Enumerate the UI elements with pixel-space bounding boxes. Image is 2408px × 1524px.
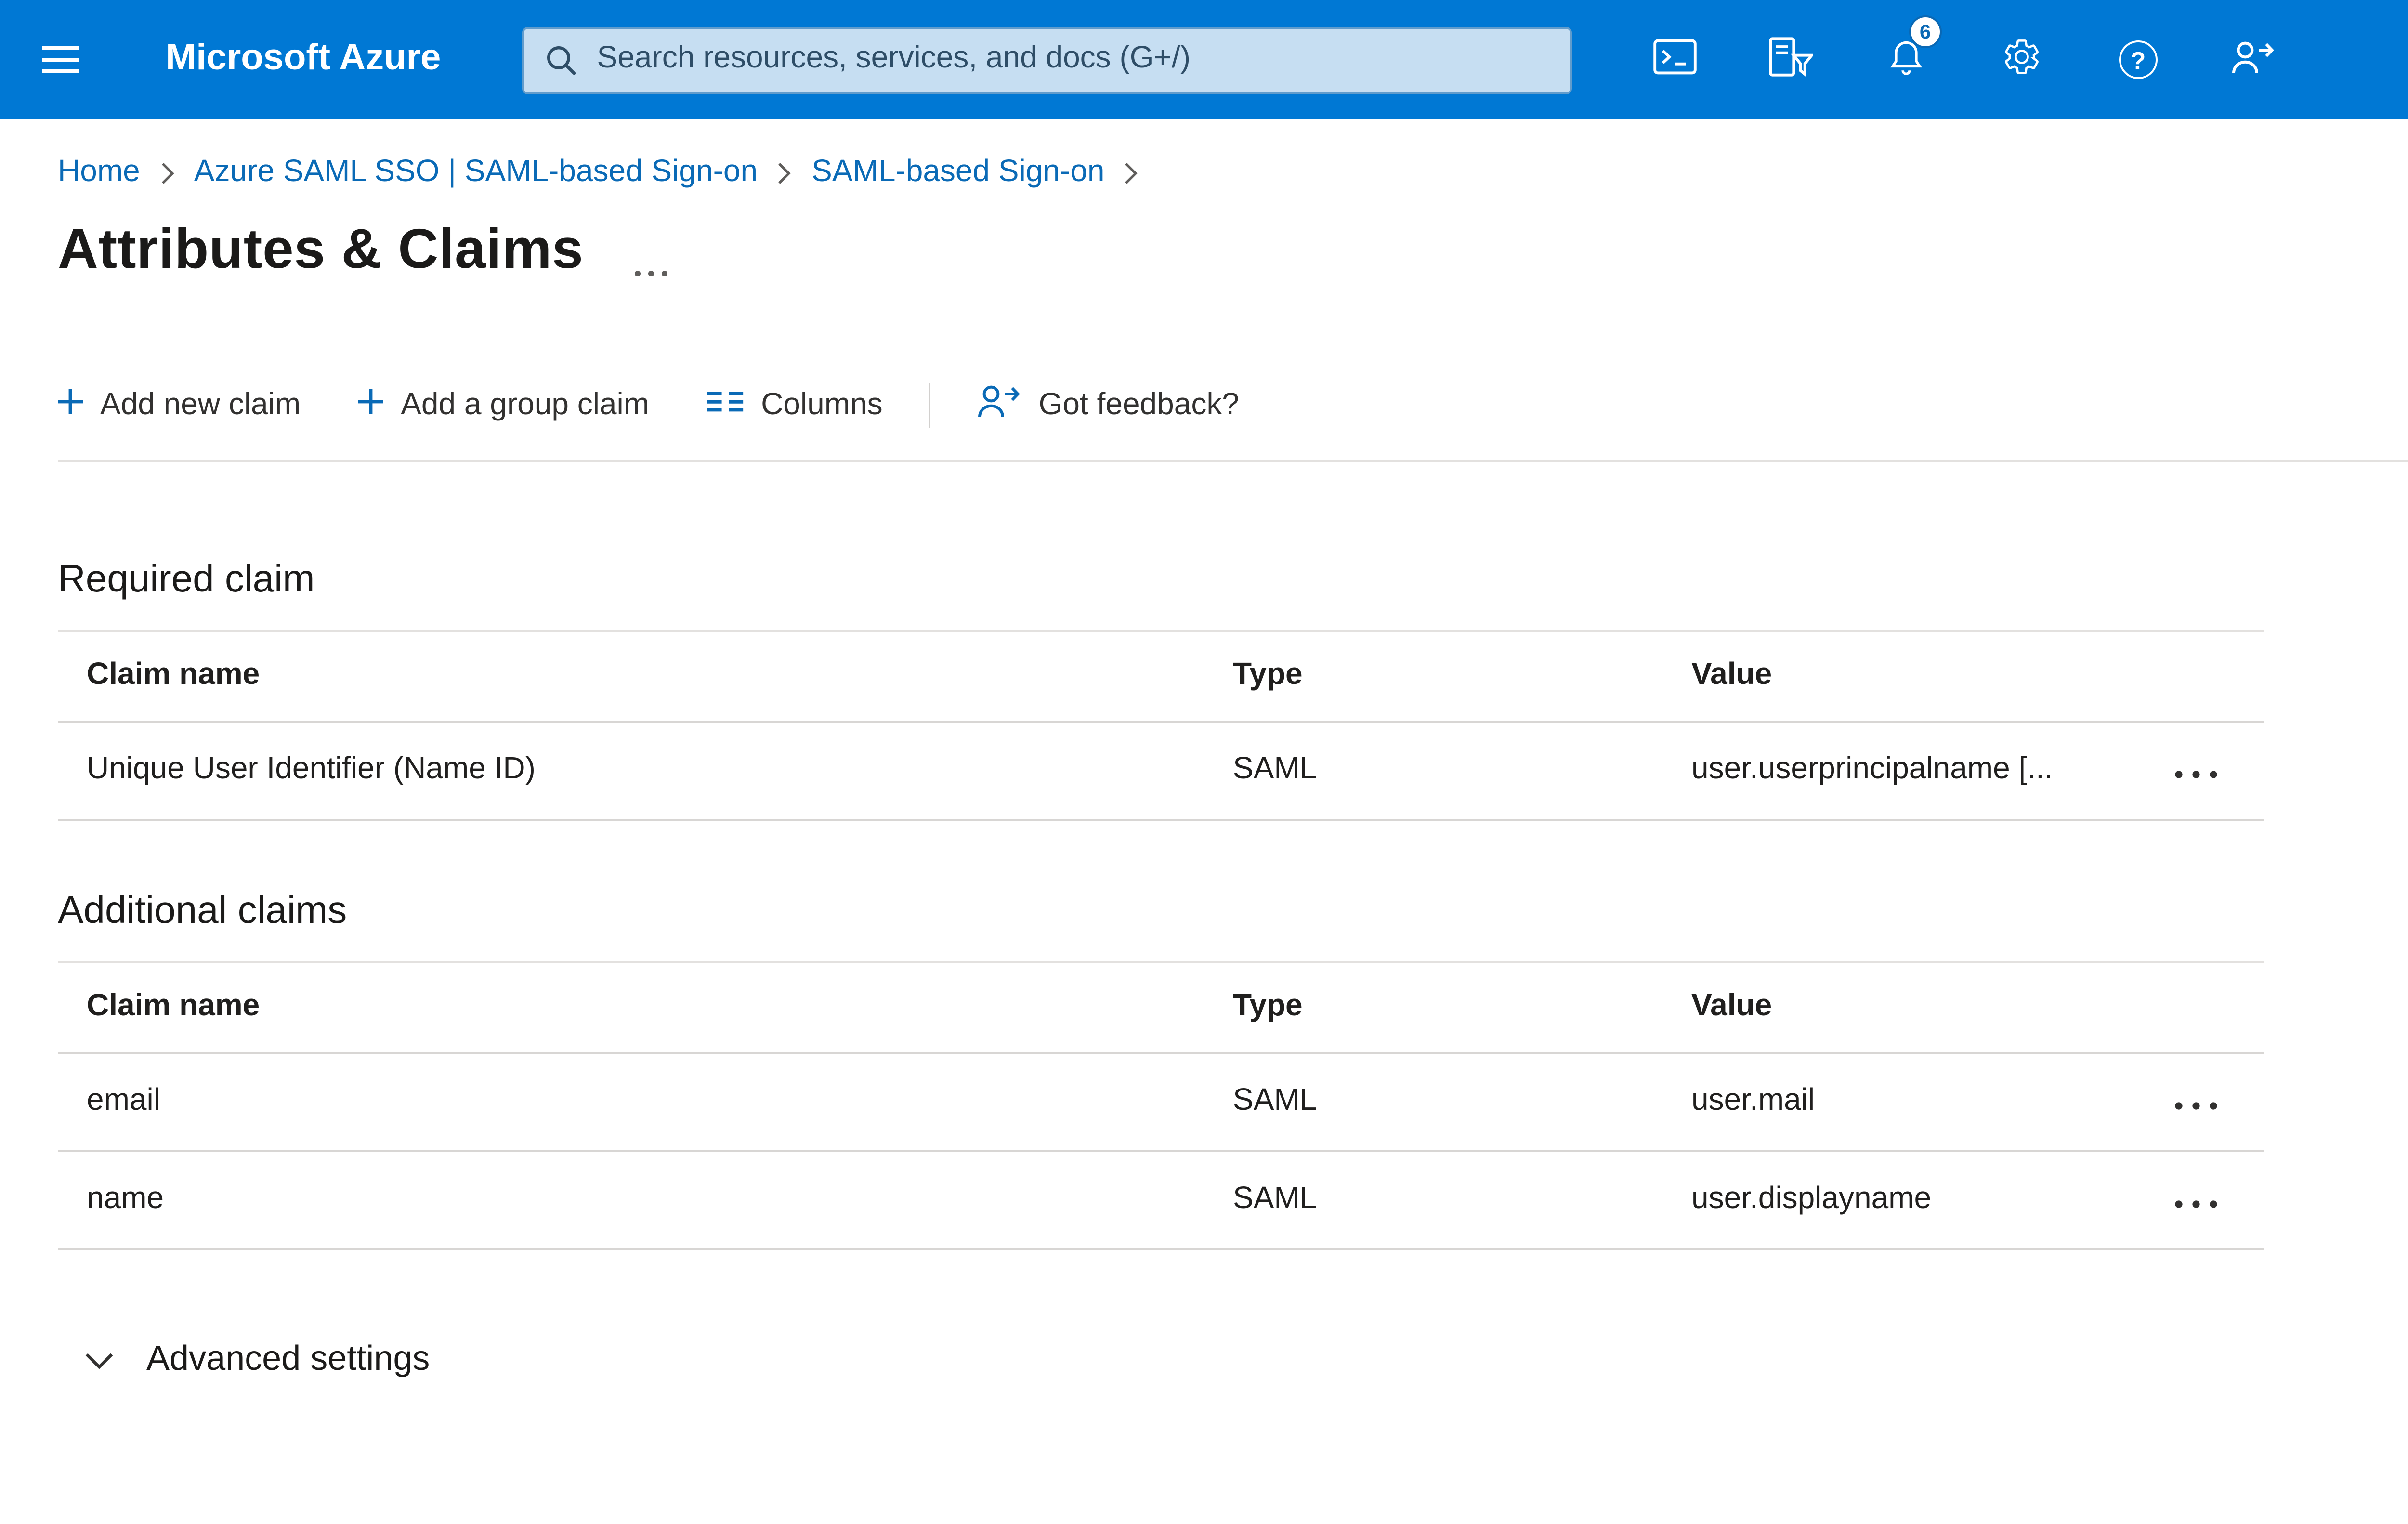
additional-claims-heading: Additional claims bbox=[58, 890, 347, 933]
ellipsis-icon bbox=[2171, 1088, 2221, 1117]
claim-value-cell: user.displayname bbox=[1691, 1183, 1932, 1216]
chevron-right-icon bbox=[159, 162, 175, 185]
claim-name-cell: Unique User Identifier (Name ID) bbox=[87, 753, 536, 786]
hamburger-menu-button[interactable] bbox=[0, 0, 119, 119]
notification-badge: 6 bbox=[1909, 15, 1942, 48]
table-header-row: Claim name Type Value bbox=[58, 961, 2264, 1054]
claim-value-cell: user.userprincipalname [... bbox=[1691, 753, 2053, 786]
add-new-claim-button[interactable]: Add new claim bbox=[58, 388, 301, 423]
row-context-menu-button[interactable] bbox=[2129, 723, 2264, 819]
topbar-actions: 6 ? bbox=[1618, 0, 2312, 119]
command-bar-divider bbox=[58, 460, 2408, 462]
cloud-shell-icon bbox=[1654, 39, 1698, 81]
breadcrumb: Home Azure SAML SSO | SAML-based Sign-on… bbox=[58, 156, 2408, 191]
got-feedback-label: Got feedback? bbox=[1038, 388, 1239, 421]
columns-icon bbox=[707, 388, 744, 423]
claim-type-cell: SAML bbox=[1233, 753, 1317, 786]
claim-name-cell: email bbox=[87, 1085, 160, 1117]
page-header: Attributes & Claims bbox=[58, 220, 2408, 285]
ellipsis-icon bbox=[2171, 1186, 2221, 1215]
column-header-value: Value bbox=[1691, 990, 1772, 1023]
column-header-claim-name: Claim name bbox=[87, 659, 260, 692]
global-search bbox=[522, 26, 1572, 93]
directory-filter-button[interactable] bbox=[1734, 0, 1849, 119]
claim-name-cell: name bbox=[87, 1183, 164, 1216]
advanced-settings-label: Advanced settings bbox=[146, 1339, 430, 1378]
search-input[interactable] bbox=[522, 26, 1572, 93]
required-claim-heading: Required claim bbox=[58, 559, 315, 601]
column-header-type: Type bbox=[1233, 990, 1303, 1023]
column-header-type: Type bbox=[1233, 659, 1303, 692]
add-new-claim-label: Add new claim bbox=[100, 388, 301, 421]
claim-row[interactable]: Unique User Identifier (Name ID) SAML us… bbox=[58, 723, 2264, 821]
command-bar: Add new claim Add a group claim Columns … bbox=[58, 381, 2408, 430]
help-button[interactable]: ? bbox=[2081, 0, 2196, 119]
advanced-settings-toggle[interactable]: Advanced settings bbox=[85, 1339, 430, 1379]
page-title-more-button[interactable] bbox=[634, 254, 668, 283]
additional-claims-table: Claim name Type Value email SAML user.ma… bbox=[58, 961, 2264, 1250]
column-header-value: Value bbox=[1691, 659, 1772, 692]
columns-button[interactable]: Columns bbox=[707, 388, 883, 423]
azure-portal-page: Microsoft Azure 6 bbox=[0, 0, 2408, 1524]
top-bar: Microsoft Azure 6 bbox=[0, 0, 2408, 119]
ellipsis-icon bbox=[2171, 756, 2221, 785]
table-header-row: Claim name Type Value bbox=[58, 630, 2264, 723]
settings-button[interactable] bbox=[1965, 0, 2081, 119]
feedback-icon bbox=[2232, 37, 2276, 83]
add-group-claim-label: Add a group claim bbox=[401, 388, 650, 421]
row-context-menu-button[interactable] bbox=[2129, 1054, 2264, 1150]
claim-type-cell: SAML bbox=[1233, 1183, 1317, 1216]
breadcrumb-link-saml-signon[interactable]: SAML-based Sign-on bbox=[811, 156, 1104, 191]
directory-filter-icon bbox=[1769, 37, 1816, 83]
claim-row[interactable]: email SAML user.mail bbox=[58, 1054, 2264, 1152]
chevron-right-icon bbox=[777, 162, 792, 185]
ellipsis-icon bbox=[634, 254, 668, 283]
breadcrumb-link-saml-sso[interactable]: Azure SAML SSO | SAML-based Sign-on bbox=[194, 156, 758, 191]
claim-type-cell: SAML bbox=[1233, 1085, 1317, 1117]
row-context-menu-button[interactable] bbox=[2129, 1152, 2264, 1248]
page-title: Attributes & Claims bbox=[58, 220, 584, 281]
chevron-down-icon bbox=[85, 1339, 114, 1379]
plus-icon bbox=[358, 388, 384, 423]
toolbar-divider bbox=[929, 383, 931, 428]
cloud-shell-button[interactable] bbox=[1618, 0, 1734, 119]
additional-claims-section: Additional claims Claim name Type Value … bbox=[0, 890, 2408, 1250]
chevron-right-icon bbox=[1124, 162, 1139, 185]
brand-title[interactable]: Microsoft Azure bbox=[166, 39, 441, 81]
feedback-button[interactable] bbox=[2196, 0, 2312, 119]
hamburger-icon bbox=[41, 46, 78, 73]
help-icon: ? bbox=[2119, 40, 2158, 79]
breadcrumb-link-home[interactable]: Home bbox=[58, 156, 140, 191]
column-header-claim-name: Claim name bbox=[87, 990, 260, 1023]
columns-label: Columns bbox=[761, 388, 883, 421]
claim-value-cell: user.mail bbox=[1691, 1085, 1815, 1117]
got-feedback-button[interactable]: Got feedback? bbox=[977, 381, 1239, 430]
help-glyph: ? bbox=[2130, 45, 2146, 74]
required-claim-section: Required claim Claim name Type Value Uni… bbox=[0, 559, 2408, 821]
claim-row[interactable]: name SAML user.displayname bbox=[58, 1152, 2264, 1250]
gear-icon bbox=[2002, 37, 2043, 83]
feedback-icon bbox=[977, 381, 1021, 430]
plus-icon bbox=[58, 388, 83, 423]
notifications-button[interactable]: 6 bbox=[1849, 0, 1965, 119]
required-claim-table: Claim name Type Value Unique User Identi… bbox=[58, 630, 2264, 821]
add-group-claim-button[interactable]: Add a group claim bbox=[358, 388, 649, 423]
